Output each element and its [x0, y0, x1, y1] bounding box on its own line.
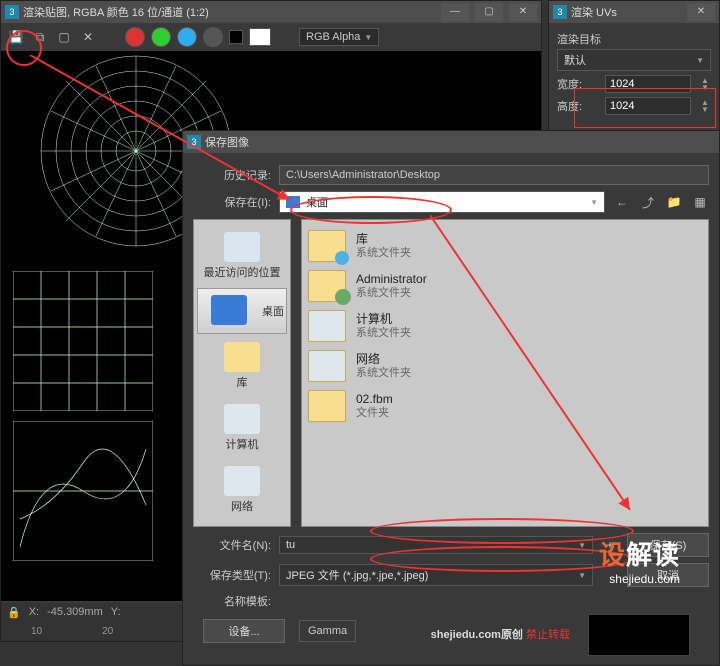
- filetype-select[interactable]: JPEG 文件 (*.jpg,*.jpe,*.jpeg) ▼: [279, 564, 593, 586]
- minimize-button[interactable]: —: [441, 3, 469, 21]
- color-swatch[interactable]: [249, 28, 271, 46]
- places-desktop[interactable]: 桌面: [197, 288, 287, 334]
- ruler-tick: 20: [102, 626, 113, 637]
- render-uvs-panel: 3 渲染 UVs ✕ 渲染目标 默认 ▼ 宽度: 1024 ▲▼ 高度: 102…: [548, 0, 720, 132]
- close-button[interactable]: ✕: [509, 3, 537, 21]
- places-network[interactable]: 网络: [198, 460, 286, 520]
- render-target-label: 渲染目标: [557, 31, 711, 47]
- list-item: 计算机系统文件夹: [308, 306, 702, 346]
- lock-icon: 🔒: [7, 606, 21, 619]
- chevron-down-icon: ▼: [696, 56, 704, 65]
- folder-icon: [308, 390, 346, 422]
- savein-value: 桌面: [306, 194, 328, 210]
- list-item: 网络系统文件夹: [308, 346, 702, 386]
- render-window-title: 渲染贴图, RGBA 颜色 16 位/通道 (1:2): [23, 4, 435, 20]
- uv-grid-2: [13, 421, 153, 561]
- computer-icon: [308, 310, 346, 342]
- width-input[interactable]: 1024: [605, 75, 691, 93]
- width-label: 宽度:: [557, 76, 597, 92]
- template-label: 名称模板:: [193, 593, 271, 609]
- channel-alpha-toggle[interactable]: [203, 27, 223, 47]
- view-menu-icon[interactable]: ▦: [691, 193, 709, 211]
- render-window-titlebar[interactable]: 3 渲染贴图, RGBA 颜色 16 位/通道 (1:2) — ▢ ✕: [1, 1, 541, 23]
- height-spinner[interactable]: ▲▼: [699, 99, 711, 113]
- folder-icon: [308, 270, 346, 302]
- history-label: 历史记录:: [193, 167, 271, 183]
- chevron-down-icon: ▼: [578, 541, 586, 550]
- save-button[interactable]: 保存(S): [627, 533, 709, 557]
- file-list[interactable]: 库系统文件夹 Administrator系统文件夹 计算机系统文件夹 网络系统文…: [301, 219, 709, 527]
- savein-label: 保存在(I):: [193, 194, 271, 210]
- list-item: 库系统文件夹: [308, 226, 702, 266]
- channel-green-toggle[interactable]: [151, 27, 171, 47]
- places-recent[interactable]: 最近访问的位置: [198, 226, 286, 286]
- copy-icon[interactable]: ⧉: [31, 28, 49, 46]
- network-icon: [308, 350, 346, 382]
- save-icon[interactable]: 💾: [7, 28, 25, 46]
- clone-icon[interactable]: ▢: [55, 28, 73, 46]
- status-x-label: X:: [29, 606, 39, 618]
- watermark-footer: shejiedu.com原创 禁止转载: [431, 626, 570, 642]
- render-uvs-title: 渲染 UVs: [571, 4, 681, 20]
- list-item: 02.fbm文件夹: [308, 386, 702, 426]
- list-item: Administrator系统文件夹: [308, 266, 702, 306]
- chevron-down-icon: ▼: [578, 571, 586, 580]
- thumbnail-preview: [588, 614, 690, 656]
- status-x-value: -45.309mm: [47, 606, 103, 618]
- folder-icon: [308, 230, 346, 262]
- device-button[interactable]: 设备...: [203, 619, 285, 643]
- gamma-group: Gamma: [299, 620, 356, 642]
- channel-blue-toggle[interactable]: [177, 27, 197, 47]
- app-icon: 3: [187, 135, 201, 149]
- uv-grid-1: [13, 271, 153, 411]
- places-libs[interactable]: 库: [198, 336, 286, 396]
- filename-value: tu: [286, 539, 295, 551]
- desktop-icon: [286, 196, 300, 208]
- save-dialog-titlebar[interactable]: 3 保存图像: [183, 131, 719, 153]
- history-path[interactable]: C:\Users\Administrator\Desktop: [279, 165, 709, 185]
- places-computer[interactable]: 计算机: [198, 398, 286, 458]
- new-folder-icon[interactable]: 📁: [665, 193, 683, 211]
- places-bar: 最近访问的位置 桌面 库 计算机 网络: [193, 219, 291, 527]
- filetype-value: JPEG 文件 (*.jpg,*.jpe,*.jpeg): [286, 567, 428, 583]
- plus-button[interactable]: +: [601, 538, 619, 552]
- width-value: 1024: [610, 78, 634, 90]
- maximize-button[interactable]: ▢: [475, 3, 503, 21]
- cancel-button[interactable]: 取消: [627, 563, 709, 587]
- render-target-value: 默认: [564, 52, 586, 68]
- savein-select[interactable]: 桌面 ▼: [279, 191, 605, 213]
- chevron-down-icon: ▼: [364, 33, 372, 42]
- channel-mono-toggle[interactable]: [229, 30, 243, 44]
- ruler-tick: 10: [31, 626, 42, 637]
- height-input[interactable]: 1024: [605, 97, 691, 115]
- filetype-label: 保存类型(T):: [193, 567, 271, 583]
- channel-selector[interactable]: RGB Alpha ▼: [299, 28, 379, 46]
- up-icon[interactable]: ⤴: [639, 193, 657, 211]
- channel-red-toggle[interactable]: [125, 27, 145, 47]
- render-window-toolbar: 💾 ⧉ ▢ ✕ RGB Alpha ▼: [1, 23, 541, 52]
- save-image-dialog: 3 保存图像 历史记录: C:\Users\Administrator\Desk…: [182, 130, 720, 666]
- close-button[interactable]: ✕: [687, 3, 715, 21]
- status-y-label: Y:: [111, 606, 121, 618]
- clear-icon[interactable]: ✕: [79, 28, 97, 46]
- filename-input[interactable]: tu ▼: [279, 536, 593, 554]
- height-label: 高度:: [557, 98, 597, 114]
- back-icon[interactable]: ←: [613, 193, 631, 211]
- app-icon: 3: [553, 5, 567, 19]
- render-uvs-titlebar[interactable]: 3 渲染 UVs ✕: [549, 1, 719, 23]
- channel-selector-label: RGB Alpha: [306, 31, 360, 43]
- app-icon: 3: [5, 5, 19, 19]
- height-value: 1024: [610, 100, 634, 112]
- render-target-select[interactable]: 默认 ▼: [557, 49, 711, 71]
- filename-label: 文件名(N):: [193, 537, 271, 553]
- save-dialog-title: 保存图像: [205, 134, 715, 150]
- width-spinner[interactable]: ▲▼: [699, 77, 711, 91]
- chevron-down-icon: ▼: [590, 198, 598, 207]
